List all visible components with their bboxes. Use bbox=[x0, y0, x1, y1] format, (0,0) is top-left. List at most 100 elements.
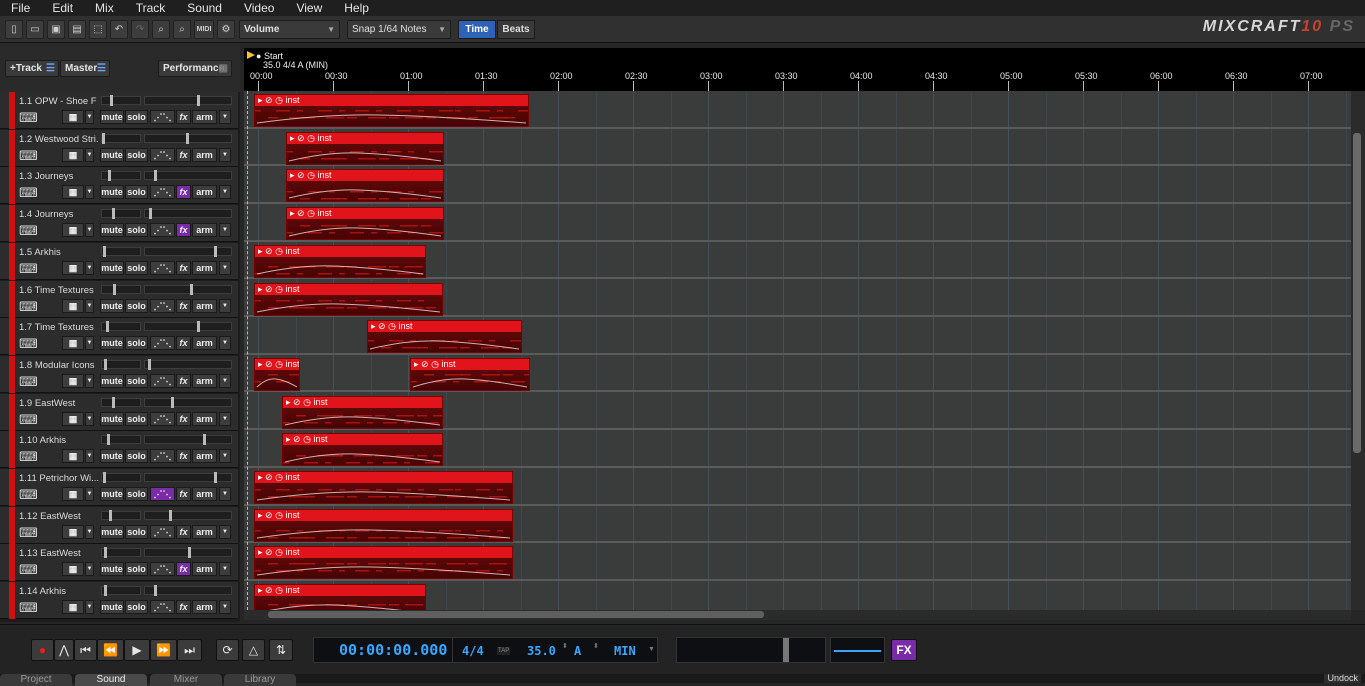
zoom-out-icon[interactable]: ⌕ bbox=[173, 20, 191, 39]
track-name[interactable]: 1.13 EastWest bbox=[19, 548, 99, 559]
automation-icon[interactable]: ⋰⋱ bbox=[150, 223, 175, 238]
pan-knob[interactable] bbox=[169, 509, 173, 521]
track-volume-fader[interactable] bbox=[101, 321, 141, 333]
performance-button[interactable]: Performance ▦ bbox=[158, 60, 232, 77]
mute-button[interactable]: mute bbox=[100, 411, 124, 426]
loop-clip-icon[interactable]: ◷ bbox=[275, 547, 283, 557]
fx-button[interactable]: fx bbox=[176, 298, 191, 313]
track-name[interactable]: 1.1 OPW - Shoe F bbox=[19, 96, 99, 107]
arm-button[interactable]: arm bbox=[192, 373, 217, 388]
automation-icon[interactable]: ⋰⋱ bbox=[150, 147, 175, 162]
tab-project[interactable]: Project bbox=[0, 674, 72, 686]
midi-clip[interactable]: ▸ ⊘ ◷ inst bbox=[254, 244, 426, 278]
chevron-down-icon[interactable]: ▼ bbox=[85, 110, 94, 124]
play-icon[interactable]: ▸ bbox=[286, 397, 291, 407]
count-in-button[interactable]: ⇅ bbox=[269, 639, 293, 661]
fader-knob[interactable] bbox=[111, 208, 115, 220]
fx-button[interactable]: fx bbox=[176, 600, 191, 615]
loop-clip-icon[interactable]: ◷ bbox=[275, 510, 283, 520]
solo-button[interactable]: solo bbox=[125, 600, 148, 615]
midi-clip[interactable]: ▸ ⊘ ◷ inst bbox=[254, 94, 529, 127]
midi-clip[interactable]: ▸ ⊘ ◷ inst bbox=[254, 508, 513, 542]
pan-knob[interactable] bbox=[153, 170, 157, 182]
mute-clip-icon[interactable]: ⊘ bbox=[293, 397, 301, 407]
track-name[interactable]: 1.12 EastWest bbox=[19, 511, 99, 522]
fader-knob[interactable] bbox=[113, 283, 117, 295]
track-name[interactable]: 1.5 Arkhis bbox=[19, 247, 99, 258]
fader-knob[interactable] bbox=[111, 396, 115, 408]
instrument-icon[interactable]: ⌨ bbox=[19, 562, 38, 578]
track-row[interactable]: 1.3 Journeys ⌨ ▦ ▼ mute solo ⋰⋱ fx arm ▼ bbox=[0, 167, 238, 205]
loop-clip-icon[interactable]: ◷ bbox=[307, 208, 315, 218]
zoom-in-icon[interactable]: ⌕ bbox=[152, 20, 170, 39]
clip-header[interactable]: ▸ ⊘ ◷ inst bbox=[368, 321, 521, 333]
track-row[interactable]: 1.14 Arkhis ⌨ ▦ ▼ mute solo ⋰⋱ fx arm ▼ bbox=[0, 582, 238, 620]
midi-clip[interactable]: ▸ ⊘ ◷ inst bbox=[282, 395, 443, 429]
chevron-down-icon[interactable]: ▼ bbox=[219, 336, 231, 351]
track-name[interactable]: 1.3 Journeys bbox=[19, 171, 99, 182]
clip-header[interactable]: ▸ ⊘ ◷ inst bbox=[287, 170, 443, 182]
mute-button[interactable]: mute bbox=[100, 336, 124, 351]
mute-clip-icon[interactable]: ⊘ bbox=[297, 170, 305, 180]
mute-clip-icon[interactable]: ⊘ bbox=[265, 246, 273, 256]
track-row[interactable]: 1.9 EastWest ⌨ ▦ ▼ mute solo ⋰⋱ fx arm ▼ bbox=[0, 393, 238, 431]
piano-roll-button[interactable]: ▦ bbox=[62, 373, 84, 388]
chevron-down-icon[interactable]: ▼ bbox=[219, 298, 231, 313]
tab-library[interactable]: Library bbox=[224, 674, 296, 686]
arm-button[interactable]: arm bbox=[192, 147, 217, 162]
arm-button[interactable]: arm bbox=[192, 110, 217, 124]
solo-button[interactable]: solo bbox=[125, 562, 148, 577]
vertical-scrollbar[interactable] bbox=[1351, 91, 1365, 610]
solo-button[interactable]: solo bbox=[125, 487, 148, 501]
midi-clip[interactable]: ▸ ⊘ ◷ inst bbox=[254, 471, 513, 504]
mute-clip-icon[interactable]: ⊘ bbox=[265, 284, 273, 294]
loop-clip-icon[interactable]: ◷ bbox=[431, 359, 439, 369]
mute-clip-icon[interactable]: ⊘ bbox=[421, 359, 429, 369]
fx-button[interactable]: fx bbox=[176, 449, 191, 464]
track-name[interactable]: 1.10 Arkhis bbox=[19, 435, 99, 446]
arm-button[interactable]: arm bbox=[192, 185, 217, 200]
time-toggle[interactable]: Time bbox=[458, 20, 496, 39]
key-value[interactable]: A bbox=[574, 644, 581, 658]
fader-knob[interactable] bbox=[104, 585, 108, 597]
clip-header[interactable]: ▸ ⊘ ◷ inst bbox=[255, 358, 299, 370]
piano-roll-button[interactable]: ▦ bbox=[62, 336, 84, 351]
snap-select[interactable]: Snap 1/64 Notes ▼ bbox=[347, 20, 451, 39]
automation-icon[interactable]: ⋰⋱ bbox=[150, 110, 175, 124]
solo-button[interactable]: solo bbox=[125, 110, 148, 124]
loop-clip-icon[interactable]: ◷ bbox=[275, 246, 283, 256]
mute-button[interactable]: mute bbox=[100, 223, 124, 238]
track-name[interactable]: 1.14 Arkhis bbox=[19, 586, 99, 597]
fader-knob[interactable] bbox=[102, 245, 106, 257]
mute-clip-icon[interactable]: ⊘ bbox=[265, 472, 273, 482]
piano-roll-button[interactable]: ▦ bbox=[62, 298, 84, 313]
track-name[interactable]: 1.2 Westwood Stri... bbox=[19, 134, 99, 145]
go-to-end-button[interactable]: ⏭ bbox=[177, 639, 202, 661]
parameter-select[interactable]: Volume ▼ bbox=[239, 20, 340, 39]
chevron-down-icon[interactable]: ▼ bbox=[85, 373, 94, 388]
instrument-icon[interactable]: ⌨ bbox=[19, 487, 38, 503]
track-volume-fader[interactable] bbox=[101, 509, 141, 521]
mute-button[interactable]: mute bbox=[100, 600, 124, 615]
midi-clip[interactable]: ▸ ⊘ ◷ inst bbox=[367, 320, 522, 354]
clip-header[interactable]: ▸ ⊘ ◷ inst bbox=[411, 358, 529, 370]
solo-button[interactable]: solo bbox=[125, 147, 148, 162]
play-icon[interactable]: ▸ bbox=[290, 170, 295, 180]
automation-icon[interactable]: ⋰⋱ bbox=[150, 449, 175, 464]
pan-knob[interactable] bbox=[148, 358, 152, 370]
play-icon[interactable]: ▸ bbox=[290, 208, 295, 218]
midi-clip[interactable]: ▸ ⊘ ◷ inst bbox=[286, 207, 444, 241]
loop-clip-icon[interactable]: ◷ bbox=[303, 397, 311, 407]
fx-button[interactable]: fx bbox=[176, 373, 191, 388]
loop-clip-icon[interactable]: ◷ bbox=[275, 585, 283, 595]
automation-icon[interactable]: ⋰⋱ bbox=[150, 336, 175, 351]
chevron-down-icon[interactable]: ▼ bbox=[85, 449, 94, 464]
automation-icon[interactable]: ⋰⋱ bbox=[150, 373, 175, 388]
chevron-down-icon[interactable]: ▼ bbox=[219, 373, 231, 388]
automation-icon[interactable]: ⋰⋱ bbox=[150, 487, 175, 501]
piano-roll-button[interactable]: ▦ bbox=[62, 147, 84, 162]
track-volume-fader[interactable] bbox=[101, 396, 141, 408]
time-readout[interactable]: 00:00:00.000 bbox=[339, 641, 447, 659]
fx-button[interactable]: fx bbox=[176, 147, 191, 162]
pan-knob[interactable] bbox=[213, 472, 217, 483]
